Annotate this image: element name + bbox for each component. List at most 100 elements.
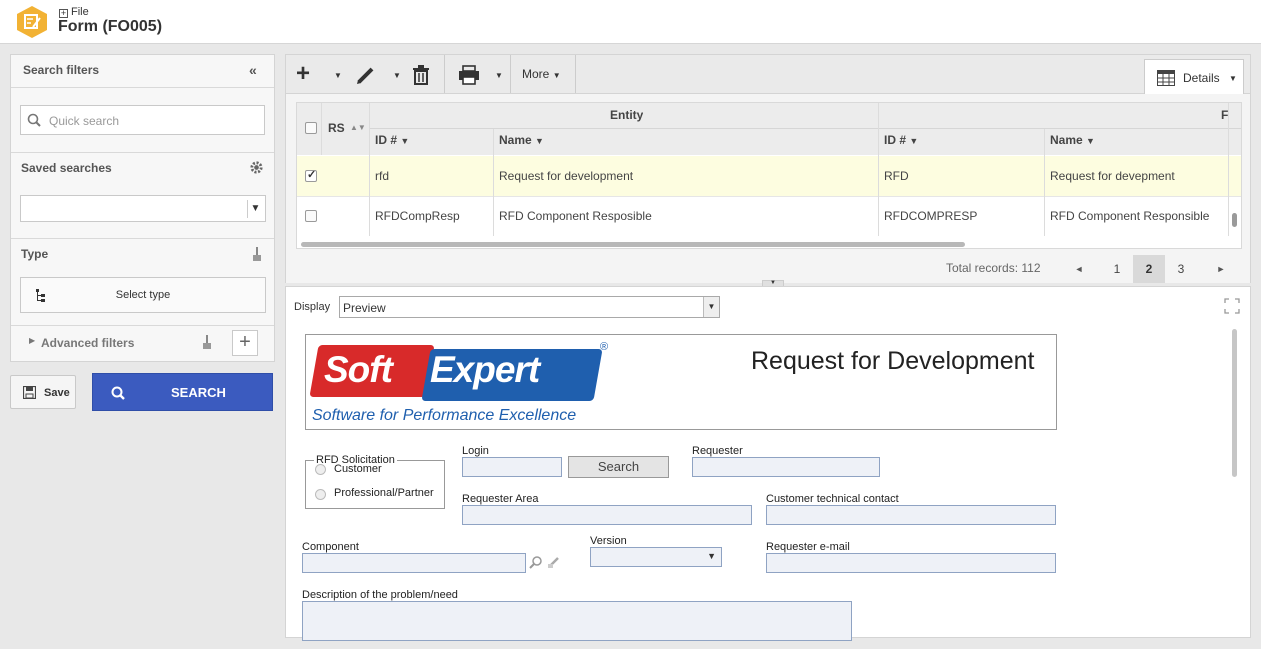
trash-icon[interactable]: [412, 65, 430, 85]
quick-search-placeholder: Quick search: [49, 114, 120, 128]
vertical-scrollbar[interactable]: [1232, 213, 1237, 227]
display-select[interactable]: Preview ▼: [339, 296, 720, 318]
clear-advanced-icon[interactable]: [201, 334, 213, 350]
search-filters-panel: Search filters « Quick search Saved sear…: [10, 54, 275, 362]
login-label: Login: [462, 445, 489, 457]
save-label: Save: [44, 387, 70, 399]
sort-icon: ▲▼: [350, 123, 366, 132]
records-table: RS ▲▼ Entity F ID # ▼ Name ▼ ID # ▼ Name…: [296, 102, 1242, 249]
login-field[interactable]: [462, 457, 562, 477]
preview-panel: Display Preview ▼ Soft Expert ® Software…: [285, 286, 1251, 641]
quick-search-input[interactable]: Quick search: [20, 105, 265, 135]
page-3[interactable]: 3: [1165, 255, 1197, 283]
row-name: RFD Component Resposible: [499, 209, 652, 223]
lookup-icon[interactable]: [529, 555, 543, 569]
logo-tagline: Software for Performance Excellence: [312, 407, 577, 424]
search-label: SEARCH: [171, 385, 226, 400]
advanced-filters-toggle[interactable]: Advanced filters: [41, 336, 134, 350]
col-rs-header[interactable]: RS: [328, 121, 345, 135]
saved-searches-label: Saved searches: [21, 161, 112, 175]
version-label: Version: [590, 535, 627, 547]
save-button[interactable]: Save: [10, 375, 76, 409]
group-entity-header: Entity: [610, 108, 644, 122]
row-id: RFDCompResp: [375, 209, 460, 223]
breadcrumb-file: File: [71, 6, 89, 18]
requester-area-field[interactable]: [462, 505, 752, 525]
expand-icon[interactable]: [1224, 298, 1240, 314]
requester-field[interactable]: [692, 457, 880, 477]
expand-icon: +: [59, 8, 68, 18]
search-icon: [27, 113, 41, 127]
col-id2-header[interactable]: ID # ▼: [884, 133, 918, 147]
preview-scrollbar[interactable]: [1232, 329, 1237, 477]
table-header: [297, 103, 1241, 155]
horizontal-scrollbar[interactable]: [301, 242, 965, 247]
row-checkbox[interactable]: [305, 210, 317, 222]
component-field[interactable]: [302, 553, 526, 573]
chevron-down-icon: ▼: [703, 297, 719, 317]
grid-toolbar: + ▼ ▼ ▼ More ▼ Details ▼: [285, 54, 1251, 95]
page-1[interactable]: 1: [1101, 255, 1133, 283]
description-textarea[interactable]: [302, 601, 852, 641]
add-dropdown-icon[interactable]: ▼: [334, 71, 342, 80]
chevron-down-icon: ▼: [247, 200, 263, 218]
page-2-current[interactable]: 2: [1133, 255, 1165, 283]
more-menu[interactable]: More ▼: [522, 67, 561, 81]
select-all-checkbox[interactable]: [305, 122, 317, 134]
collapse-icon[interactable]: «: [249, 62, 257, 78]
total-records: Total records: 112: [946, 261, 1041, 275]
next-page-button[interactable]: ►: [1201, 255, 1241, 283]
print-dropdown-icon[interactable]: ▼: [495, 71, 503, 80]
caret-right-icon: ▶: [29, 336, 36, 345]
add-icon[interactable]: +: [296, 62, 310, 86]
print-icon[interactable]: [458, 65, 480, 85]
display-label: Display: [294, 301, 331, 313]
row-id2: RFDCOMPRESP: [884, 209, 978, 223]
edit-icon[interactable]: [356, 65, 376, 85]
login-search-button[interactable]: Search: [568, 456, 669, 478]
row-checkbox[interactable]: ✓: [305, 169, 317, 182]
row-id: rfd: [375, 169, 390, 183]
details-view-menu[interactable]: Details ▼: [1144, 59, 1244, 95]
dropdown-arrow-icon: ▼: [707, 551, 716, 561]
select-type-button[interactable]: Select type: [20, 277, 266, 313]
col-name-header[interactable]: Name ▼: [499, 133, 544, 147]
edit-dropdown-icon[interactable]: ▼: [393, 71, 401, 80]
customer-contact-field[interactable]: [766, 505, 1056, 525]
gear-icon[interactable]: [249, 160, 264, 175]
breadcrumb[interactable]: + File: [59, 6, 89, 18]
form-app-icon: [16, 5, 48, 39]
table-icon: [1157, 70, 1175, 86]
app-header: + File Form (FO005): [0, 0, 1261, 44]
form-header-box: Soft Expert ® Software for Performance E…: [305, 334, 1057, 430]
clear-type-icon[interactable]: [251, 246, 263, 262]
type-label: Type: [21, 247, 49, 261]
clear-icon[interactable]: [547, 555, 561, 569]
row-name2: Request for devepment: [1050, 169, 1175, 183]
search-button[interactable]: SEARCH: [92, 373, 273, 411]
col-name2-header[interactable]: Name ▼: [1050, 133, 1095, 147]
requester-label: Requester: [692, 445, 743, 457]
requester-email-field[interactable]: [766, 553, 1056, 573]
add-filter-button[interactable]: +: [232, 330, 258, 356]
display-value: Preview: [343, 301, 386, 315]
radio-customer-label: Customer: [334, 463, 382, 475]
row-name: Request for development: [499, 169, 634, 183]
customer-contact-label: Customer technical contact: [766, 493, 899, 505]
saved-searches-select[interactable]: ▼: [20, 195, 266, 222]
page-title: Form (FO005): [58, 18, 163, 35]
prev-page-button[interactable]: ◄: [1059, 255, 1099, 283]
details-label: Details: [1183, 71, 1220, 85]
details-dropdown-icon: ▼: [1229, 74, 1237, 83]
logo-expert-text: Expert: [430, 349, 540, 390]
logo-registered: ®: [600, 341, 609, 353]
row-id2: RFD: [884, 169, 909, 183]
description-label: Description of the problem/need: [302, 589, 458, 601]
col-id-header[interactable]: ID # ▼: [375, 133, 409, 147]
form-title: Request for Development: [751, 347, 1035, 375]
search-icon: [111, 386, 125, 400]
version-select[interactable]: ▼: [590, 547, 722, 567]
radio-partner[interactable]: [315, 489, 326, 500]
radio-customer[interactable]: [315, 464, 326, 475]
requester-area-label: Requester Area: [462, 493, 539, 505]
